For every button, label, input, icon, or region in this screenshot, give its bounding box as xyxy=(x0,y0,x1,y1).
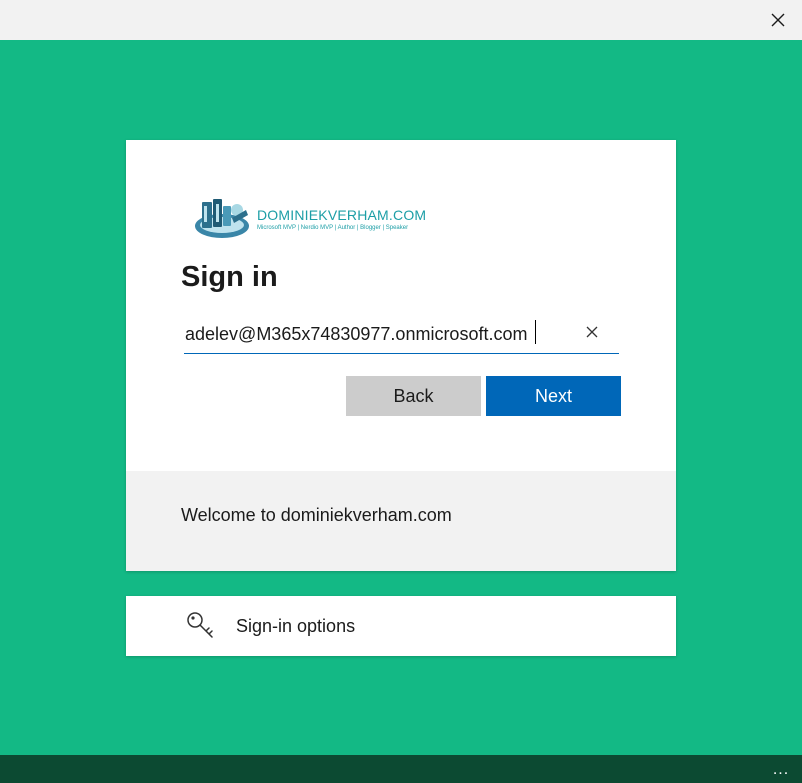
email-input[interactable] xyxy=(184,316,574,352)
email-field xyxy=(184,316,619,354)
more-options-button[interactable]: ... xyxy=(768,759,794,779)
clear-icon xyxy=(586,326,598,338)
page-title: Sign in xyxy=(181,261,278,293)
welcome-text: Welcome to dominiekverham.com xyxy=(181,505,452,525)
logo-icon xyxy=(195,199,249,238)
close-icon xyxy=(771,13,785,27)
window-titlebar xyxy=(0,0,802,40)
card-footer: Welcome to dominiekverham.com xyxy=(126,471,676,571)
logo-subtitle: Microsoft MVP | Nerdio MVP | Author | Bl… xyxy=(257,225,409,231)
logo-title: DOMINIEKVERHAM.COM xyxy=(257,207,427,223)
clear-input-button[interactable] xyxy=(582,322,602,342)
next-button[interactable]: Next xyxy=(486,376,621,416)
text-caret xyxy=(535,320,536,344)
signin-card: DOMINIEKVERHAM.COM Microsoft MVP | Nerdi… xyxy=(126,140,676,571)
key-icon xyxy=(187,612,213,638)
signin-options-button[interactable]: Sign-in options xyxy=(126,596,676,656)
company-logo: DOMINIEKVERHAM.COM Microsoft MVP | Nerdi… xyxy=(192,196,426,240)
signin-options-label: Sign-in options xyxy=(236,616,356,636)
bottom-bar: ... xyxy=(0,755,802,783)
back-button[interactable]: Back xyxy=(346,376,481,416)
close-button[interactable] xyxy=(766,8,790,32)
